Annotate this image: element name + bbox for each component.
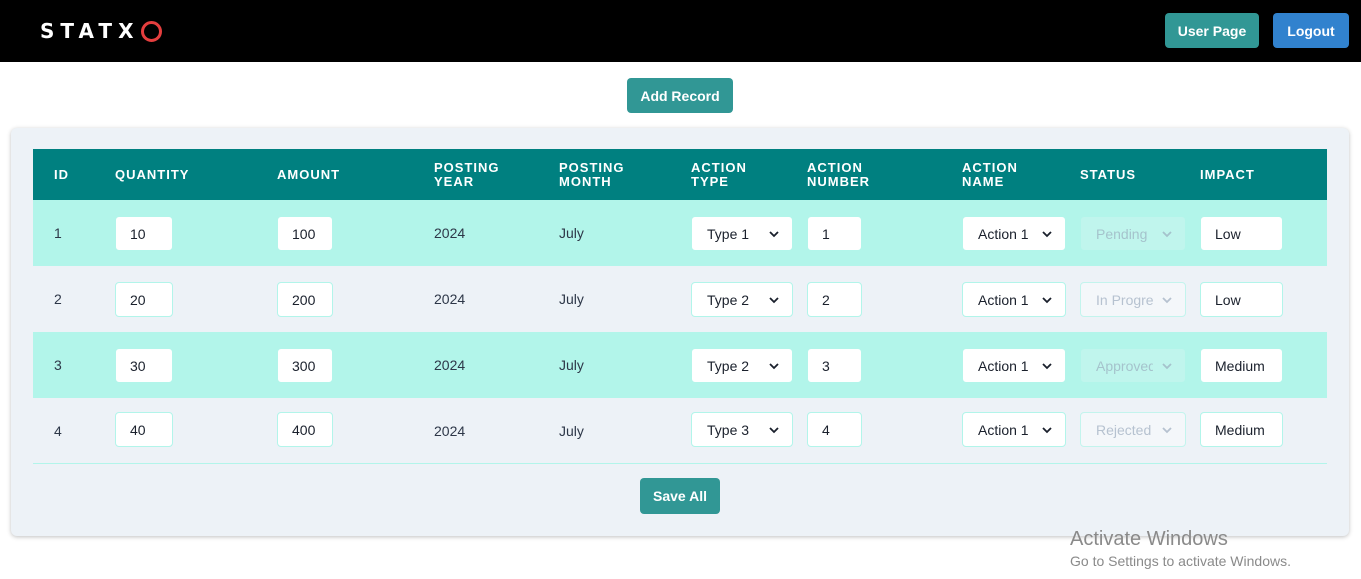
quantity-input[interactable]: 20 bbox=[115, 282, 173, 317]
action-name-select[interactable]: Action 1 bbox=[962, 216, 1066, 251]
quantity-input[interactable]: 30 bbox=[115, 348, 173, 383]
column-header-impact: IMPACT bbox=[1200, 166, 1255, 182]
table-header: ID QUANTITY AMOUNT POSTING YEAR POSTING … bbox=[33, 149, 1327, 200]
amount-input[interactable]: 400 bbox=[277, 412, 333, 447]
chevron-down-icon bbox=[1162, 297, 1172, 304]
chevron-down-icon bbox=[769, 231, 779, 238]
amount-input[interactable]: 100 bbox=[277, 216, 333, 251]
action-type-value: Type 3 bbox=[707, 421, 750, 438]
add-record-button[interactable]: Add Record bbox=[627, 78, 733, 113]
column-header-id: ID bbox=[54, 166, 69, 182]
top-navbar: STATX bbox=[0, 0, 1361, 62]
column-header-posting-month: POSTING MONTH bbox=[559, 159, 625, 189]
action-type-select[interactable]: Type 2 bbox=[691, 348, 793, 383]
chevron-down-icon bbox=[1042, 427, 1052, 434]
action-name-value: Action 1 bbox=[978, 291, 1029, 308]
impact-input[interactable]: Medium bbox=[1200, 348, 1283, 383]
action-name-select[interactable]: Action 1 bbox=[962, 282, 1066, 317]
action-type-value: Type 1 bbox=[707, 225, 750, 242]
user-page-button[interactable]: User Page bbox=[1165, 13, 1259, 48]
cell-id: 3 bbox=[54, 357, 62, 373]
chevron-down-icon bbox=[1042, 231, 1052, 238]
column-header-quantity: QUANTITY bbox=[115, 166, 190, 182]
action-name-value: Action 1 bbox=[978, 421, 1029, 438]
chevron-down-icon bbox=[769, 363, 779, 370]
action-type-select[interactable]: Type 3 bbox=[691, 412, 793, 447]
action-name-select[interactable]: Action 1 bbox=[962, 412, 1066, 447]
action-number-input[interactable]: 2 bbox=[807, 282, 862, 317]
status-select: Pending bbox=[1080, 216, 1186, 251]
cell-posting-month: July bbox=[559, 225, 584, 241]
action-number-input[interactable]: 4 bbox=[807, 412, 862, 447]
cell-id: 2 bbox=[54, 291, 62, 307]
column-header-action-name: ACTION NAME bbox=[962, 159, 1018, 189]
column-header-status: STATUS bbox=[1080, 166, 1137, 182]
column-header-posting-year: POSTING YEAR bbox=[434, 159, 500, 189]
watermark-subtitle: Go to Settings to activate Windows. bbox=[1070, 553, 1291, 569]
status-value: Approved bbox=[1096, 357, 1153, 374]
impact-input[interactable]: Low bbox=[1200, 216, 1283, 251]
cell-posting-month: July bbox=[559, 291, 584, 307]
action-name-value: Action 1 bbox=[978, 225, 1029, 242]
amount-input[interactable]: 300 bbox=[277, 348, 333, 383]
table-row: 4 40 400 2024 July Type 3 4 Action 1 Rej… bbox=[33, 398, 1327, 464]
action-type-select[interactable]: Type 1 bbox=[691, 216, 793, 251]
cell-id: 1 bbox=[54, 225, 62, 241]
column-header-action-type: ACTION TYPE bbox=[691, 159, 747, 189]
impact-input[interactable]: Medium bbox=[1200, 412, 1283, 447]
table-row: 1 10 100 2024 July Type 1 1 Action 1 Pen… bbox=[33, 200, 1327, 266]
status-select: Rejected bbox=[1080, 412, 1186, 447]
logo-text: STATX bbox=[40, 19, 140, 43]
action-type-select[interactable]: Type 2 bbox=[691, 282, 793, 317]
chevron-down-icon bbox=[1162, 363, 1172, 370]
amount-input[interactable]: 200 bbox=[277, 282, 333, 317]
logo-ring-icon bbox=[141, 20, 163, 42]
table-row: 2 20 200 2024 July Type 2 2 Action 1 In … bbox=[33, 266, 1327, 332]
impact-input[interactable]: Low bbox=[1200, 282, 1283, 317]
action-number-input[interactable]: 1 bbox=[807, 216, 862, 251]
cell-posting-month: July bbox=[559, 357, 584, 373]
chevron-down-icon bbox=[769, 427, 779, 434]
cell-posting-year: 2024 bbox=[434, 357, 466, 373]
status-value: Rejected bbox=[1096, 421, 1152, 438]
status-value: In Progress bbox=[1096, 291, 1153, 308]
cell-posting-month: July bbox=[559, 423, 584, 439]
statx-logo[interactable]: STATX bbox=[40, 17, 163, 45]
cell-posting-year: 2024 bbox=[434, 225, 466, 241]
status-select: In Progress bbox=[1080, 282, 1186, 317]
chevron-down-icon bbox=[1162, 231, 1172, 238]
chevron-down-icon bbox=[769, 297, 779, 304]
status-select: Approved bbox=[1080, 348, 1186, 383]
action-number-input[interactable]: 3 bbox=[807, 348, 862, 383]
cell-id: 4 bbox=[54, 423, 62, 439]
watermark-title: Activate Windows bbox=[1070, 528, 1228, 550]
action-name-value: Action 1 bbox=[978, 357, 1029, 374]
cell-posting-year: 2024 bbox=[434, 423, 466, 439]
action-type-value: Type 2 bbox=[707, 291, 750, 308]
column-header-action-number: ACTION NUMBER bbox=[807, 159, 871, 189]
quantity-input[interactable]: 40 bbox=[115, 412, 173, 447]
cell-posting-year: 2024 bbox=[434, 291, 466, 307]
logout-button[interactable]: Logout bbox=[1273, 13, 1349, 48]
activate-windows-watermark: Activate Windows Go to Settings to activ… bbox=[1070, 528, 1291, 569]
chevron-down-icon bbox=[1042, 363, 1052, 370]
column-header-amount: AMOUNT bbox=[277, 166, 341, 182]
chevron-down-icon bbox=[1162, 427, 1172, 434]
action-type-value: Type 2 bbox=[707, 357, 750, 374]
chevron-down-icon bbox=[1042, 297, 1052, 304]
action-name-select[interactable]: Action 1 bbox=[962, 348, 1066, 383]
quantity-input[interactable]: 10 bbox=[115, 216, 173, 251]
save-all-button[interactable]: Save All bbox=[640, 478, 720, 514]
table-row: 3 30 300 2024 July Type 2 3 Action 1 App… bbox=[33, 332, 1327, 398]
status-value: Pending bbox=[1096, 225, 1148, 242]
